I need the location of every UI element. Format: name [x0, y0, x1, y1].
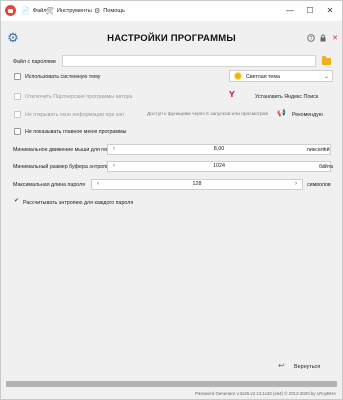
decrement-icon[interactable]: ‹	[110, 145, 118, 154]
entropy-buffer-label: Минимальный размер буфера энтропии	[13, 164, 113, 170]
password-file-input[interactable]	[62, 55, 316, 67]
use-system-theme-checkbox[interactable]	[14, 73, 21, 80]
recommend-link[interactable]: Рекомендую	[292, 112, 323, 118]
menu-help[interactable]: ⚙ Помощь	[94, 6, 125, 16]
folder-icon[interactable]	[322, 56, 331, 65]
app-window: 📄 Файл 🛠 Инструменты ⚙ Помощь — ☐ ✕ ⚙ НА…	[0, 0, 343, 400]
minimize-icon: —	[286, 6, 294, 15]
use-system-theme-label: Использовать системную тему	[25, 74, 101, 80]
hide-main-menu-label: Не показывать главное меню программы	[25, 129, 127, 135]
close-button[interactable]: ✕	[323, 4, 337, 17]
decrement-icon[interactable]: ‹	[110, 162, 118, 171]
decrement-icon[interactable]: ‹	[94, 180, 102, 189]
theme-select-value: Светлая тема	[246, 74, 280, 80]
scrollbar-thumb[interactable]	[6, 381, 337, 387]
maximize-button[interactable]: ☐	[303, 4, 317, 17]
file-icon: 📄	[21, 7, 30, 15]
app-logo-icon	[5, 5, 16, 16]
maximize-icon: ☐	[306, 6, 314, 15]
back-label: Вернуться	[294, 364, 321, 370]
mouse-move-spinner[interactable]: 8,00 ‹ ›	[107, 144, 331, 155]
copyright-text: Password Generator v.3x26.v3.13.1x33 (x6…	[194, 391, 336, 396]
tools-icon: 🛠	[45, 7, 54, 15]
hide-main-menu-checkbox[interactable]	[14, 128, 21, 135]
max-length-value: 128	[192, 181, 202, 187]
install-yandex-link[interactable]: Установить Яндекс Поиск	[255, 94, 318, 100]
menu-file[interactable]: 📄 Файл	[21, 6, 46, 16]
increment-icon[interactable]: ›	[292, 180, 300, 189]
chevron-down-icon: ⌄	[324, 74, 330, 80]
menu-bar: 📄 Файл 🛠 Инструменты ⚙ Помощь — ☐ ✕	[1, 1, 342, 21]
calc-entropy-label: Рассчитывать энтропию для каждого пароля	[23, 200, 134, 206]
close-icon: ✕	[326, 6, 334, 15]
max-length-spinner[interactable]: 128 ‹ ›	[91, 179, 303, 190]
pin-icon[interactable]: ✕	[331, 34, 339, 42]
entropy-buffer-unit: байта	[319, 164, 334, 170]
lock-icon[interactable]	[319, 34, 327, 42]
entropy-buffer-value: 1024	[213, 163, 225, 169]
mouse-move-value: 8,00	[213, 146, 225, 152]
back-arrow-icon: ↩	[278, 361, 285, 370]
sun-icon	[235, 73, 241, 79]
menu-help-label: Помощь	[103, 8, 125, 14]
megaphone-icon: 📢	[277, 110, 286, 117]
yandex-icon: Y	[229, 90, 235, 99]
minimize-button[interactable]: —	[283, 4, 297, 17]
mouse-move-unit: пикселей	[307, 147, 330, 153]
help-icon: ⚙	[94, 7, 101, 15]
page-header: ⚙ НАСТРОЙКИ ПРОГРАММЫ ? ✕	[1, 27, 342, 49]
horizontal-scrollbar[interactable]	[6, 381, 337, 387]
back-button[interactable]: ↩ Вернуться	[276, 361, 332, 373]
info-access-hint: Доступ к функциям через 6 запусков или п…	[147, 112, 268, 117]
max-length-label: Максимальная длина пароля	[13, 182, 86, 188]
theme-select[interactable]: Светлая тема ⌄	[229, 70, 333, 82]
calc-entropy-checkbox[interactable]	[14, 197, 21, 206]
svg-text:?: ?	[310, 36, 313, 42]
max-length-unit: символов	[307, 182, 331, 188]
dont-open-info-checkbox[interactable]	[14, 111, 21, 118]
password-file-label: Файл с паролями	[13, 59, 56, 65]
dont-open-info-label: Не открывать окно информации при зап	[25, 112, 125, 118]
page-title: НАСТРОЙКИ ПРОГРАММЫ	[107, 33, 236, 44]
disable-partner-label: Отключить Партнерские программы автора	[25, 94, 133, 100]
menu-tools-label: Инструменты	[56, 8, 92, 14]
disable-partner-checkbox[interactable]	[14, 93, 21, 100]
entropy-buffer-spinner[interactable]: 1024 ‹ ›	[107, 161, 331, 172]
menu-tools[interactable]: 🛠 Инструменты	[45, 6, 92, 16]
help-circle-icon[interactable]: ?	[307, 34, 315, 42]
